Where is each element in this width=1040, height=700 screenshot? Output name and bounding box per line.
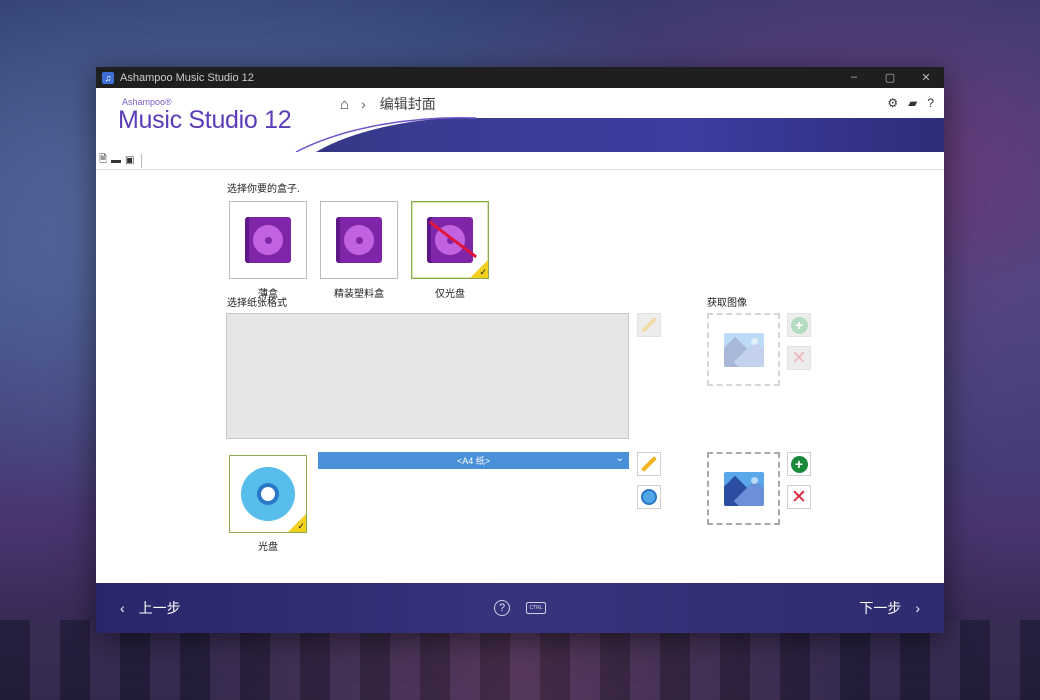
toolbar: 🗎 ▬ ▣: [96, 152, 944, 170]
header-actions: ⚙ ▰ ?: [887, 96, 934, 110]
new-file-icon[interactable]: 🗎: [99, 152, 107, 169]
help-icon[interactable]: ?: [494, 600, 510, 616]
open-folder-icon[interactable]: ▬: [111, 155, 121, 166]
minimize-button[interactable]: –: [836, 71, 872, 84]
remove-image-button-top[interactable]: ✕: [787, 346, 811, 370]
footer-center: ? CTRL: [494, 600, 546, 616]
pencil-icon: [641, 317, 657, 333]
case-icon: [245, 217, 291, 263]
layout-preview: [226, 313, 629, 439]
paper-section-label: 选择纸张格式: [227, 298, 287, 309]
disc-label: 光盘: [258, 542, 278, 553]
app-header: Ashampoo® Music Studio 12 ⌂ › 编辑封面 ⚙ ▰ ?: [96, 88, 944, 152]
prev-step-label: 上一步: [138, 600, 181, 616]
chevron-left-icon: ‹: [120, 600, 125, 616]
next-step-button[interactable]: 下一步 ›: [859, 598, 920, 618]
breadcrumb: ⌂ › 编辑封面: [340, 94, 436, 114]
image-placeholder-icon: [723, 332, 764, 367]
case-section-label: 选择你要的盒子.: [227, 184, 300, 195]
image-drop-area-top[interactable]: [707, 313, 780, 386]
image-placeholder-icon: [723, 471, 764, 506]
close-icon: ✕: [791, 347, 807, 369]
save-icon[interactable]: ▣: [125, 155, 134, 166]
main-content: 选择你要的盒子. 薄盒 精装塑料盒 ✓ 仅光盘 选择纸张格式 获取图像 + ✕ …: [96, 170, 944, 583]
chevron-right-icon: ›: [361, 96, 366, 112]
checkmark-icon: ✓: [479, 267, 487, 277]
edit-layout-button[interactable]: [637, 313, 661, 337]
plus-icon: +: [790, 316, 808, 334]
disc-settings-button[interactable]: [637, 485, 661, 509]
add-image-button-top[interactable]: +: [787, 313, 811, 337]
chevron-right-icon: ›: [915, 600, 920, 616]
edit-disc-button[interactable]: [637, 452, 661, 476]
footer-bar: ‹ 上一步 ? CTRL 下一步 ›: [96, 583, 944, 633]
notes-icon[interactable]: ▰: [908, 96, 917, 110]
image-section-label: 获取图像: [707, 298, 747, 309]
title-bar: ♫ Ashampoo Music Studio 12 – ▢ ✕: [96, 67, 944, 88]
paper-format-select[interactable]: <A4 纸> ⌄: [318, 452, 629, 469]
app-window: ♫ Ashampoo Music Studio 12 – ▢ ✕ Ashampo…: [96, 67, 944, 633]
image-drop-area-bottom[interactable]: [707, 452, 780, 525]
disc-icon: [241, 467, 295, 521]
breadcrumb-current: 编辑封面: [379, 96, 436, 112]
next-step-label: 下一步: [859, 600, 902, 616]
remove-image-button-bottom[interactable]: ✕: [787, 485, 811, 509]
case-option-disc-only[interactable]: ✓: [411, 201, 489, 279]
paper-format-value: <A4 纸>: [456, 456, 491, 466]
add-image-button-bottom[interactable]: +: [787, 452, 811, 476]
case-option-label: 精装塑料盒: [334, 289, 384, 300]
close-button[interactable]: ✕: [908, 71, 944, 84]
case-option-jewel[interactable]: [320, 201, 398, 279]
plus-icon: +: [790, 455, 808, 473]
checkmark-icon: ✓: [297, 521, 305, 531]
pencil-icon: [641, 456, 657, 472]
case-option-slim[interactable]: [229, 201, 307, 279]
logo-product: Music Studio 12: [118, 106, 292, 134]
prev-step-button[interactable]: ‹ 上一步: [120, 598, 181, 618]
home-icon[interactable]: ⌂: [340, 96, 349, 113]
disc-icon: [641, 489, 657, 505]
toolbar-divider: [140, 153, 142, 168]
disc-tile[interactable]: ✓: [229, 455, 307, 533]
case-option-label: 仅光盘: [435, 289, 465, 300]
maximize-button[interactable]: ▢: [872, 71, 908, 84]
window-controls: – ▢ ✕: [836, 71, 944, 84]
gear-icon[interactable]: ⚙: [887, 96, 898, 110]
window-title: Ashampoo Music Studio 12: [120, 71, 254, 84]
case-icon: [336, 217, 382, 263]
close-icon: ✕: [791, 486, 807, 508]
ctrl-key-icon[interactable]: CTRL: [526, 602, 546, 614]
help-icon[interactable]: ?: [927, 96, 934, 110]
chevron-down-icon: ⌄: [615, 453, 624, 464]
app-icon: ♫: [102, 71, 114, 84]
